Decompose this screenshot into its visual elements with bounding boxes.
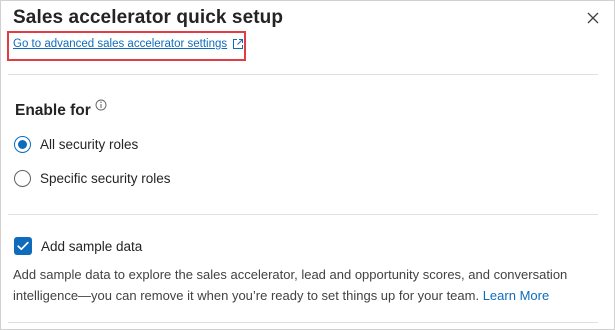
radio-label: Specific security roles [40, 171, 171, 186]
radio-all-security-roles[interactable]: All security roles [14, 136, 138, 153]
info-icon[interactable] [95, 99, 107, 111]
advanced-settings-link-label: Go to advanced sales accelerator setting… [13, 38, 228, 50]
enable-for-heading: Enable for [15, 99, 107, 120]
radio-label: All security roles [40, 137, 139, 152]
radio-button-unchecked[interactable] [14, 170, 31, 187]
close-icon[interactable] [583, 8, 603, 28]
radio-button-checked[interactable] [14, 136, 31, 153]
section-divider [8, 322, 598, 323]
section-divider [8, 74, 598, 75]
panel-title: Sales accelerator quick setup [13, 7, 284, 28]
enable-for-label: Enable for [15, 102, 91, 119]
sample-data-description: Add sample data to explore the sales acc… [13, 264, 598, 306]
radio-specific-security-roles[interactable]: Specific security roles [14, 170, 171, 187]
add-sample-data-checkbox[interactable]: Add sample data [14, 237, 142, 255]
section-divider [8, 214, 598, 215]
checkbox-label: Add sample data [41, 238, 143, 254]
learn-more-link[interactable]: Learn More [483, 288, 549, 303]
checkmark-icon[interactable] [14, 237, 32, 255]
advanced-settings-link[interactable]: Go to advanced sales accelerator setting… [13, 38, 244, 50]
external-link-icon [232, 38, 244, 50]
